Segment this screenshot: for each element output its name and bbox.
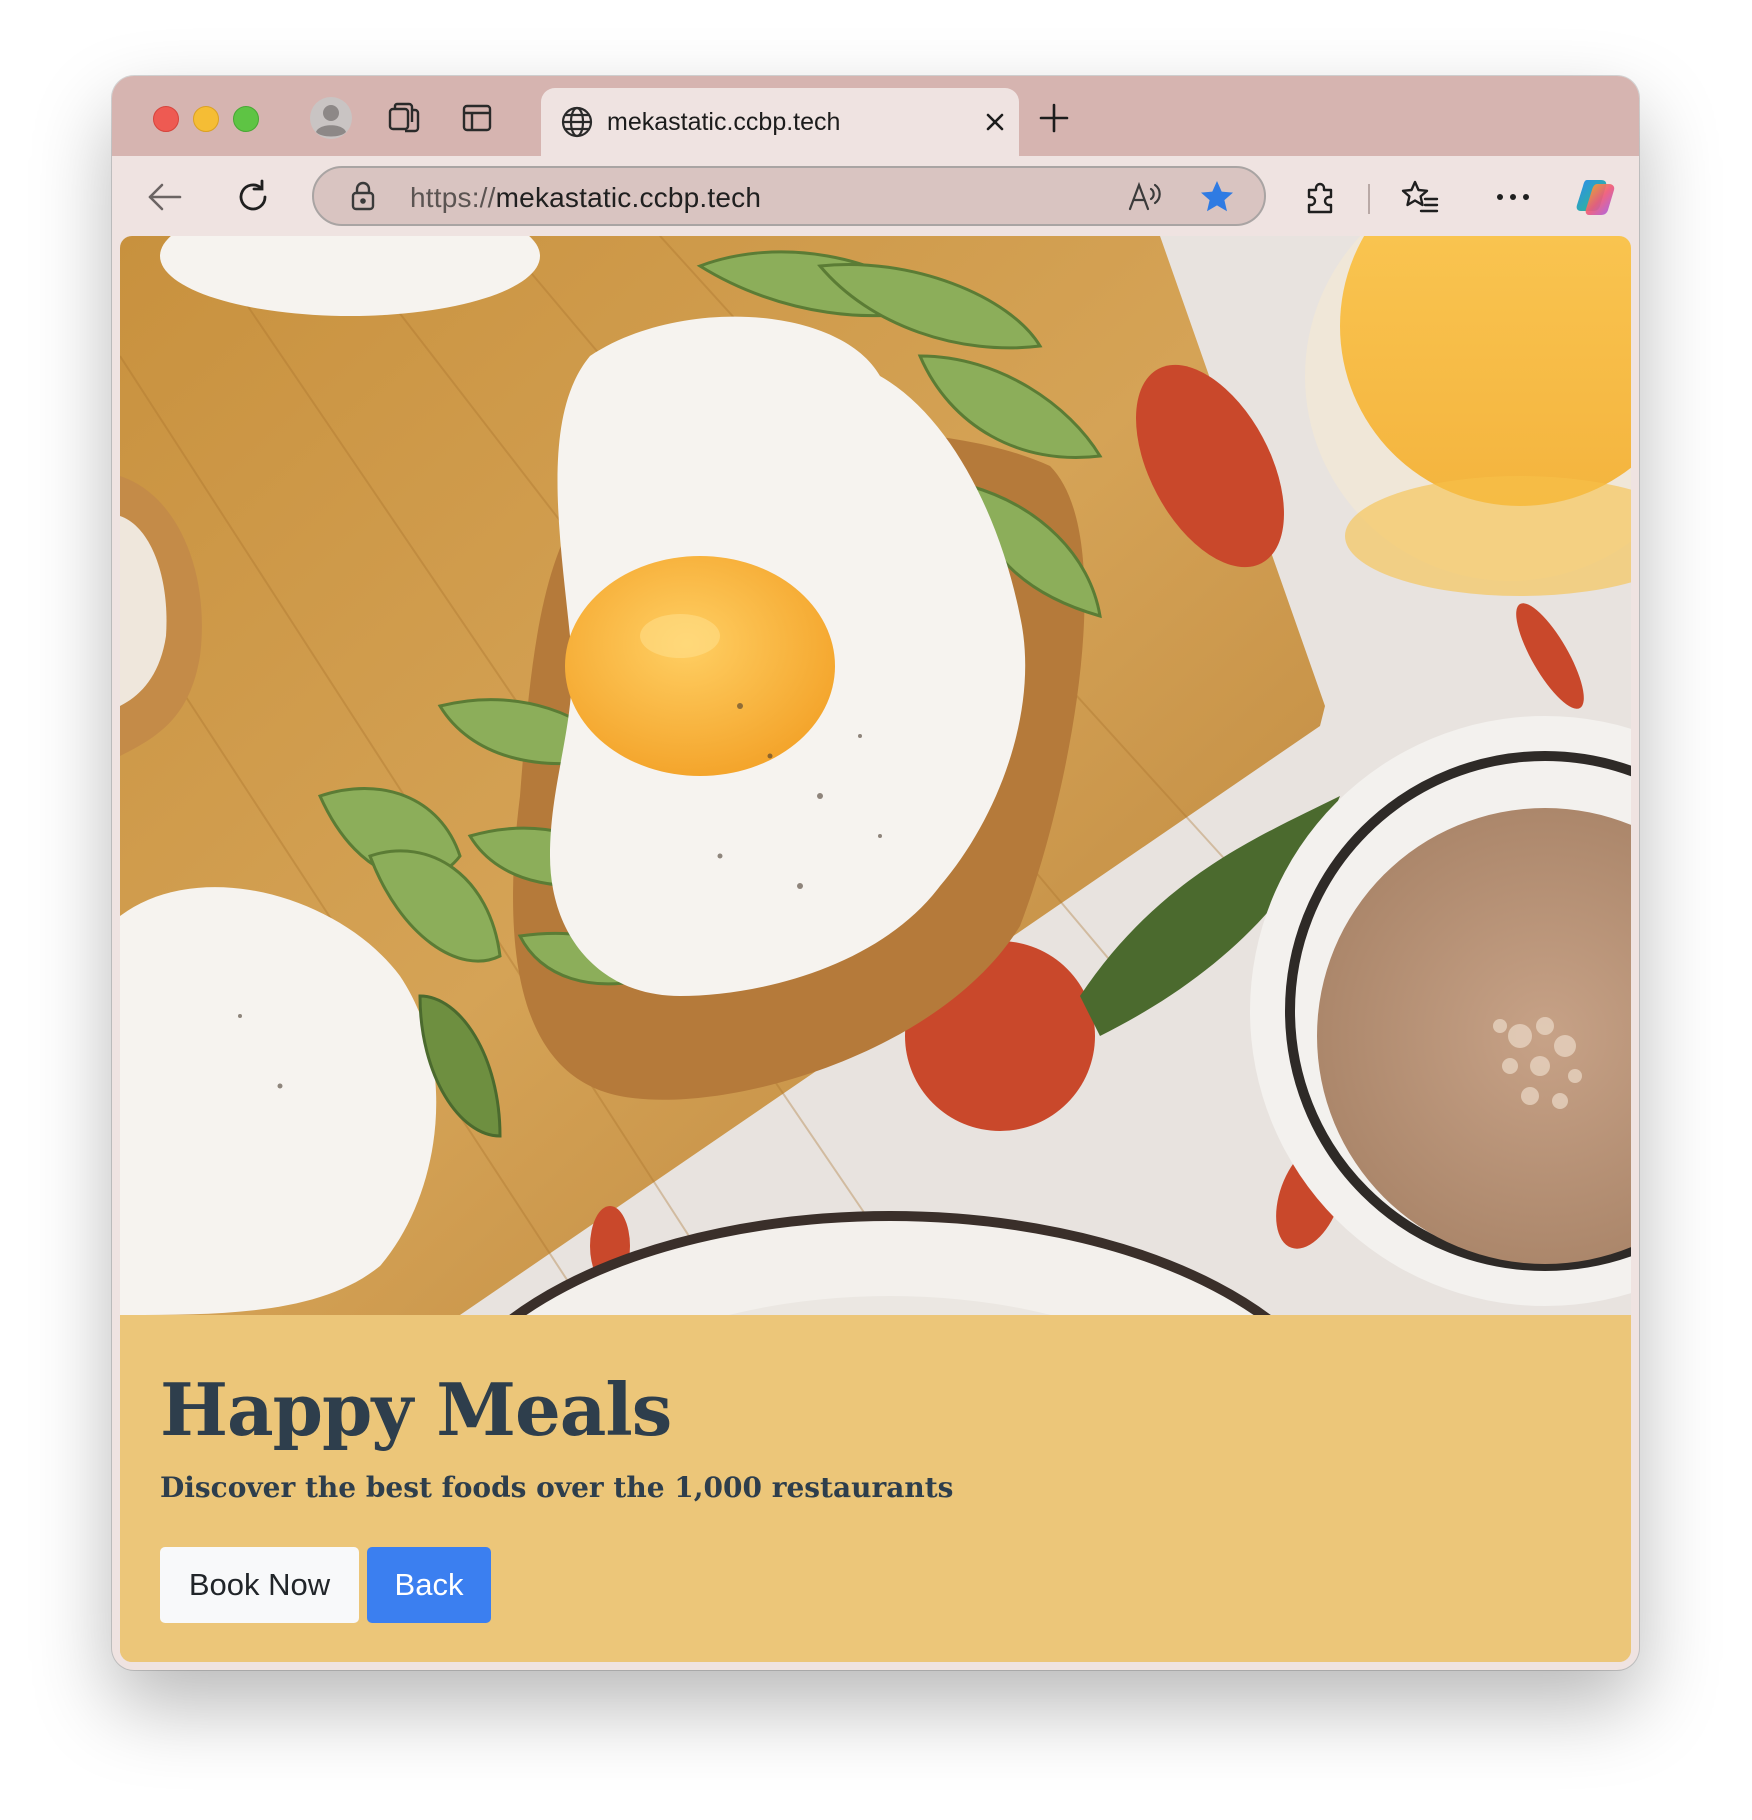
- window-close-button[interactable]: [153, 106, 179, 132]
- url-scheme: https://: [410, 182, 496, 213]
- read-aloud-icon[interactable]: [1124, 176, 1166, 218]
- address-bar[interactable]: https://mekastatic.ccbp.tech: [312, 166, 1266, 226]
- title-bar: mekastatic.ccbp.tech: [112, 76, 1639, 156]
- favorites-list-icon[interactable]: [1393, 170, 1447, 224]
- refresh-icon[interactable]: [226, 170, 280, 224]
- copilot-icon[interactable]: [1571, 170, 1625, 224]
- tab-title: mekastatic.ccbp.tech: [607, 108, 841, 136]
- page-viewport: Happy Meals Discover the best foods over…: [120, 236, 1631, 1662]
- workspaces-icon[interactable]: [380, 94, 428, 142]
- profile-avatar-icon[interactable]: [307, 94, 355, 142]
- extensions-puzzle-icon[interactable]: [1294, 170, 1348, 224]
- tab-actions-icon[interactable]: [453, 94, 501, 142]
- toolbar-divider: [1368, 184, 1370, 214]
- back-button[interactable]: Back: [367, 1547, 491, 1623]
- book-now-button[interactable]: Book Now: [160, 1547, 359, 1623]
- page-subheading: Discover the best foods over the 1,000 r…: [160, 1471, 954, 1504]
- url-host: mekastatic.ccbp.tech: [495, 182, 762, 213]
- page-heading: Happy Meals: [160, 1367, 672, 1452]
- favorite-star-icon[interactable]: [1196, 176, 1238, 218]
- back-arrow-icon[interactable]: [138, 170, 192, 224]
- breakfast-photo-illustration: [120, 236, 1631, 1315]
- new-tab-icon[interactable]: [1030, 94, 1078, 142]
- window-maximize-button[interactable]: [233, 106, 259, 132]
- close-tab-icon[interactable]: [975, 102, 1015, 142]
- hero-image: [120, 236, 1631, 1315]
- more-options-icon[interactable]: [1486, 170, 1540, 224]
- url-text[interactable]: https://mekastatic.ccbp.tech: [410, 182, 761, 214]
- globe-icon: [553, 98, 601, 146]
- lock-icon[interactable]: [344, 177, 382, 215]
- window-minimize-button[interactable]: [193, 106, 219, 132]
- banner-section: Happy Meals Discover the best foods over…: [120, 1315, 1631, 1662]
- active-tab[interactable]: mekastatic.ccbp.tech: [541, 88, 1019, 156]
- browser-toolbar: https://mekastatic.ccbp.tech: [112, 156, 1639, 236]
- browser-window: mekastatic.ccbp.tech https://mekastatic.…: [112, 76, 1639, 1670]
